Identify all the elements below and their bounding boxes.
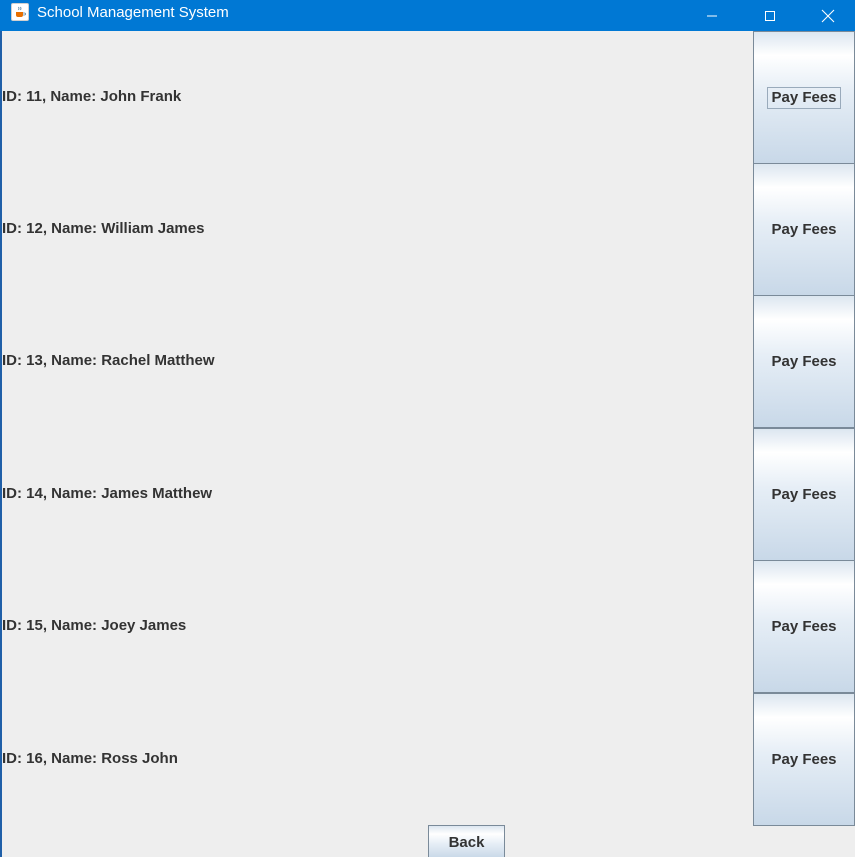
title-bar: School Management System [0, 0, 855, 31]
pay-fees-label: Pay Fees [771, 220, 837, 238]
pay-fees-label: Pay Fees [771, 617, 837, 635]
student-label: ID: 12, Name: William James [2, 220, 205, 237]
java-cup-icon [11, 3, 29, 21]
pay-fees-label: Pay Fees [771, 750, 837, 768]
student-label: ID: 11, Name: John Frank [2, 88, 182, 105]
student-label: ID: 13, Name: Rachel Matthew [2, 352, 215, 369]
pay-fees-button[interactable]: Pay Fees [753, 295, 855, 428]
minimize-button[interactable] [689, 0, 735, 31]
minimize-icon [707, 15, 717, 16]
pay-fees-button[interactable]: Pay Fees [753, 693, 855, 826]
back-button-label: Back [448, 834, 485, 851]
app-window: School Management System ID: 11, Name: J… [0, 0, 855, 857]
student-label: ID: 14, Name: James Matthew [2, 485, 213, 502]
pay-fees-label: Pay Fees [771, 485, 837, 503]
pay-fees-button[interactable]: Pay Fees [753, 163, 855, 296]
back-button[interactable]: Back [428, 825, 505, 857]
close-button[interactable] [805, 0, 851, 31]
pay-fees-button[interactable]: Pay Fees [753, 31, 855, 164]
window-title: School Management System [37, 4, 229, 21]
student-row: ID: 12, Name: William James Pay Fees [0, 163, 855, 296]
student-row: ID: 11, Name: John Frank Pay Fees [0, 31, 855, 164]
student-label: ID: 16, Name: Ross John [2, 750, 178, 767]
student-row: ID: 15, Name: Joey James Pay Fees [0, 560, 855, 693]
pay-fees-label: Pay Fees [771, 352, 837, 370]
student-label: ID: 15, Name: Joey James [2, 617, 187, 634]
student-row: ID: 13, Name: Rachel Matthew Pay Fees [0, 295, 855, 428]
pay-fees-button[interactable]: Pay Fees [753, 428, 855, 561]
student-fees-panel: ID: 11, Name: John Frank Pay Fees ID: 12… [0, 31, 855, 857]
student-row: ID: 14, Name: James Matthew Pay Fees [0, 428, 855, 561]
maximize-icon [765, 10, 775, 21]
close-icon [821, 9, 835, 22]
student-row: ID: 16, Name: Ross John Pay Fees [0, 693, 855, 826]
pay-fees-button[interactable]: Pay Fees [753, 560, 855, 693]
pay-fees-label: Pay Fees [767, 86, 841, 109]
maximize-button[interactable] [747, 0, 793, 31]
